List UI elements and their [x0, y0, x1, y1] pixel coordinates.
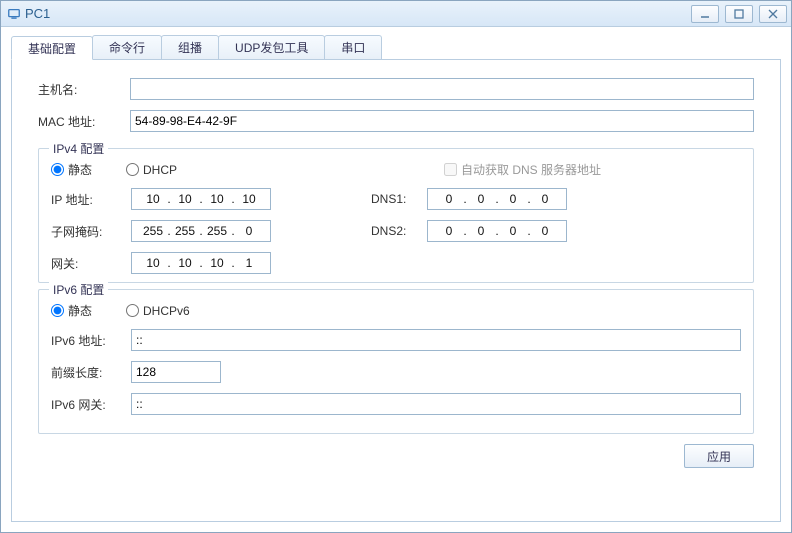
- gateway-row: 网关: 10. 10. 10. 1: [51, 252, 271, 274]
- mac-input[interactable]: [130, 110, 754, 132]
- ipv6-gateway-label: IPv6 网关:: [51, 396, 131, 413]
- apply-button[interactable]: 应用: [684, 444, 754, 468]
- window-controls: [691, 5, 787, 23]
- ipv6-legend: IPv6 配置: [49, 281, 108, 298]
- ipv4-mode-row: 静态 DHCP 自动获取 DNS 服务器地址: [51, 161, 741, 178]
- ipv6-address-label: IPv6 地址:: [51, 332, 131, 349]
- tab-serial[interactable]: 串口: [324, 35, 382, 59]
- mac-label: MAC 地址:: [38, 113, 130, 130]
- ipv6-gateway-input[interactable]: [131, 393, 741, 415]
- dns2-label: DNS2:: [371, 224, 427, 238]
- gateway-input[interactable]: 10. 10. 10. 1: [131, 252, 271, 274]
- dns2-input[interactable]: 0. 0. 0. 0: [427, 220, 567, 242]
- radio-label: 静态: [68, 302, 92, 319]
- tabbar: 基础配置 命令行 组播 UDP发包工具 串口: [11, 35, 781, 59]
- ipv6-static-radio[interactable]: 静态: [51, 302, 92, 319]
- tab-label: 基础配置: [28, 40, 76, 57]
- tab-label: UDP发包工具: [235, 39, 308, 56]
- hostname-row: 主机名:: [38, 78, 754, 100]
- ipv4-right-col: DNS1: 0. 0. 0. 0 DNS2: 0.: [371, 188, 567, 242]
- ipv4-dhcp-radio-input[interactable]: [126, 163, 139, 176]
- close-button[interactable]: [759, 5, 787, 23]
- ipv4-address-group: IP 地址: 10. 10. 10. 10 子网掩码: 255.: [51, 188, 741, 274]
- ipv6-dhcpv6-radio-input[interactable]: [126, 304, 139, 317]
- ipv4-static-radio-input[interactable]: [51, 163, 64, 176]
- ipv6-prefix-input[interactable]: [131, 361, 221, 383]
- window: PC1 基础配置 命令行 组播 UDP发包工具 串口 主机名:: [0, 0, 792, 533]
- dns1-row: DNS1: 0. 0. 0. 0: [371, 188, 567, 210]
- ipv6-address-input[interactable]: [131, 329, 741, 351]
- hostname-label: 主机名:: [38, 81, 130, 98]
- maximize-button[interactable]: [725, 5, 753, 23]
- checkbox-label: 自动获取 DNS 服务器地址: [461, 161, 601, 178]
- ipv4-legend: IPv4 配置: [49, 140, 108, 157]
- ipv6-prefix-row: 前缀长度:: [51, 361, 741, 383]
- content-area: 基础配置 命令行 组播 UDP发包工具 串口 主机名: MAC 地址: IPv4…: [1, 27, 791, 532]
- button-label: 应用: [707, 450, 731, 464]
- ipv6-mode-row: 静态 DHCPv6: [51, 302, 741, 319]
- ipv6-static-radio-input[interactable]: [51, 304, 64, 317]
- auto-dns-checkbox[interactable]: 自动获取 DNS 服务器地址: [444, 161, 601, 178]
- titlebar: PC1: [1, 1, 791, 27]
- radio-label: 静态: [68, 161, 92, 178]
- tab-udp-tool[interactable]: UDP发包工具: [218, 35, 325, 59]
- ipv6-fieldset: IPv6 配置 静态 DHCPv6 IPv6 地址: 前缀长: [38, 289, 754, 434]
- dns2-row: DNS2: 0. 0. 0. 0: [371, 220, 567, 242]
- ipv4-static-radio[interactable]: 静态: [51, 161, 92, 178]
- radio-label: DHCPv6: [143, 304, 190, 318]
- ipv6-gateway-row: IPv6 网关:: [51, 393, 741, 415]
- tab-cli[interactable]: 命令行: [92, 35, 162, 59]
- subnet-mask-input[interactable]: 255. 255. 255. 0: [131, 220, 271, 242]
- ipv6-prefix-label: 前缀长度:: [51, 364, 131, 381]
- ip-address-input[interactable]: 10. 10. 10. 10: [131, 188, 271, 210]
- hostname-input[interactable]: [130, 78, 754, 100]
- dns1-label: DNS1:: [371, 192, 427, 206]
- tab-content-basic: 主机名: MAC 地址: IPv4 配置 静态 DHCP: [11, 59, 781, 522]
- subnet-mask-label: 子网掩码:: [51, 223, 131, 240]
- dns1-input[interactable]: 0. 0. 0. 0: [427, 188, 567, 210]
- tab-label: 串口: [341, 39, 365, 56]
- gateway-label: 网关:: [51, 255, 131, 272]
- app-icon: [7, 7, 21, 21]
- button-row: 应用: [38, 444, 754, 468]
- ipv6-dhcpv6-radio[interactable]: DHCPv6: [126, 304, 190, 318]
- tab-basic-config[interactable]: 基础配置: [11, 36, 93, 60]
- auto-dns-checkbox-input[interactable]: [444, 163, 457, 176]
- ipv4-fieldset: IPv4 配置 静态 DHCP 自动获取 DNS 服务器地址: [38, 148, 754, 283]
- ipv4-left-col: IP 地址: 10. 10. 10. 10 子网掩码: 255.: [51, 188, 271, 274]
- ipv6-address-row: IPv6 地址:: [51, 329, 741, 351]
- ip-address-row: IP 地址: 10. 10. 10. 10: [51, 188, 271, 210]
- minimize-button[interactable]: [691, 5, 719, 23]
- window-title: PC1: [25, 6, 691, 21]
- ipv4-dhcp-radio[interactable]: DHCP: [126, 163, 177, 177]
- tab-label: 组播: [178, 39, 202, 56]
- tab-label: 命令行: [109, 39, 145, 56]
- radio-label: DHCP: [143, 163, 177, 177]
- tab-multicast[interactable]: 组播: [161, 35, 219, 59]
- subnet-mask-row: 子网掩码: 255. 255. 255. 0: [51, 220, 271, 242]
- ip-address-label: IP 地址:: [51, 191, 131, 208]
- mac-row: MAC 地址:: [38, 110, 754, 132]
